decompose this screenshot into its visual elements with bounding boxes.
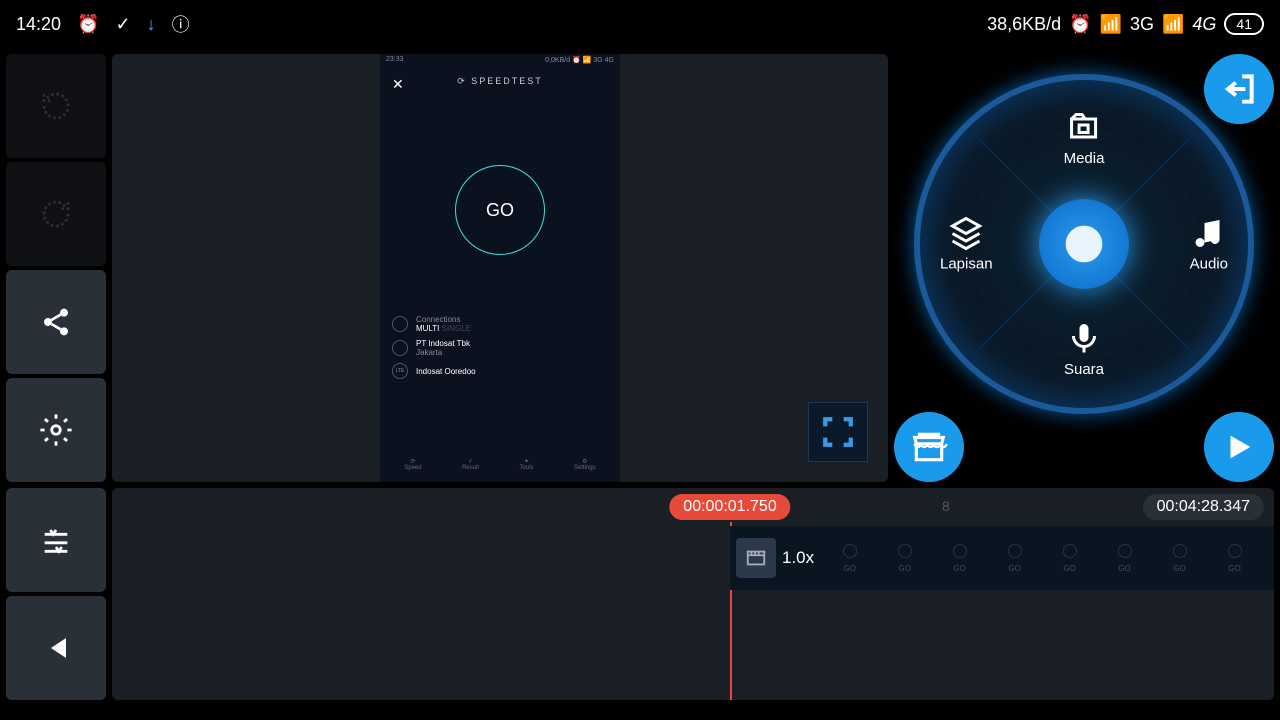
timeline-adjust-button[interactable] [6, 488, 106, 592]
preview-server-row: LTE Indosat Ooredoo [392, 363, 608, 379]
clip-thumbnail: GO [1207, 533, 1262, 583]
status-netspeed: 38,6KB/d [987, 14, 1061, 35]
current-time-indicator: 00:00:01.750 [669, 494, 790, 520]
preview-phone-status-icons: 0,0KB/d ⏰ 📶 3G 4G [545, 56, 614, 66]
clip-thumbnail: GO [1042, 533, 1097, 583]
total-time-indicator: 00:04:28.347 [1143, 494, 1264, 520]
android-status-bar: 14:20 ⏰ ✓ ↓ ⓘ 38,6KB/d ⏰ 📶 3G 📶 4G 41 [0, 0, 1280, 48]
wheel-layer-button[interactable]: Lapisan [940, 216, 993, 273]
wheel-audio-button[interactable]: Audio [1190, 216, 1228, 273]
wheel-voice-button[interactable]: Suara [1064, 321, 1104, 378]
timeline-panel[interactable]: 00:00:01.750 8 00:04:28.347 1.0x GO GO G… [112, 488, 1274, 700]
clip-media-icon [736, 538, 776, 578]
preview-app-title: ⟳ SPEEDTEST [380, 68, 620, 95]
wheel-layer-label: Lapisan [940, 256, 993, 273]
media-wheel-area: Media Lapisan Audio Suara [894, 54, 1274, 482]
clip-speed-label: 1.0x [782, 548, 814, 568]
status-time: 14:20 [16, 14, 61, 35]
status-net1: 3G [1130, 14, 1154, 35]
video-preview-content[interactable]: 23:33 0,0KB/d ⏰ 📶 3G 4G ✕ ⟳ SPEEDTEST GO… [380, 54, 620, 482]
store-button[interactable] [894, 412, 964, 482]
wheel-media-button[interactable]: Media [1064, 110, 1105, 167]
media-wheel: Media Lapisan Audio Suara [914, 74, 1254, 414]
redo-button[interactable] [6, 162, 106, 266]
clip-thumbnail: GO [932, 533, 987, 583]
clip-thumbnail: GO [822, 533, 877, 583]
clip-thumbnail: GO [1262, 533, 1274, 583]
check-icon: ✓ [115, 14, 130, 35]
signal-icon-2: 📶 [1162, 14, 1184, 35]
alarm-icon: ⏰ [77, 14, 99, 35]
status-net2: 4G [1192, 14, 1216, 35]
play-button[interactable] [1204, 412, 1274, 482]
video-clip[interactable]: 1.0x GO GO GO GO GO GO GO GO GO [730, 526, 1274, 590]
undo-button[interactable] [6, 54, 106, 158]
preview-isp-row: PT Indosat TbkJakarta [392, 339, 608, 357]
alarm-icon-2: ⏰ [1069, 14, 1091, 35]
preview-connections-row: ConnectionsMULTI SINGLE [392, 315, 608, 333]
timeline-tick: 8 [942, 498, 950, 514]
clip-thumbnail: GO [1097, 533, 1152, 583]
preview-panel: 23:33 0,0KB/d ⏰ 📶 3G 4G ✕ ⟳ SPEEDTEST GO… [112, 54, 888, 482]
timeline-toolbar [6, 488, 106, 700]
battery-indicator: 41 [1224, 13, 1264, 35]
clip-thumbnail: GO [1152, 533, 1207, 583]
exit-button[interactable] [1204, 54, 1274, 124]
wheel-media-label: Media [1064, 150, 1105, 167]
wheel-voice-label: Suara [1064, 361, 1104, 378]
wheel-capture-button[interactable] [1039, 199, 1129, 289]
wheel-audio-label: Audio [1190, 256, 1228, 273]
jump-to-start-button[interactable] [6, 596, 106, 700]
clip-thumbnail: GO [987, 533, 1042, 583]
info-icon: ⓘ [172, 11, 190, 37]
preview-close-icon: ✕ [392, 76, 404, 93]
left-toolbar [6, 54, 106, 482]
preview-bottom-tabs: ⟳Speed ✓Result ✦Tools ⚙Settings [380, 446, 620, 482]
fullscreen-button[interactable] [808, 402, 868, 462]
preview-go-button: GO [455, 165, 545, 255]
share-button[interactable] [6, 270, 106, 374]
signal-icon-1: 📶 [1100, 14, 1122, 35]
settings-button[interactable] [6, 378, 106, 482]
clip-thumbnail: GO [877, 533, 932, 583]
preview-phone-time: 23:33 [386, 56, 404, 66]
download-icon: ↓ [147, 14, 156, 35]
